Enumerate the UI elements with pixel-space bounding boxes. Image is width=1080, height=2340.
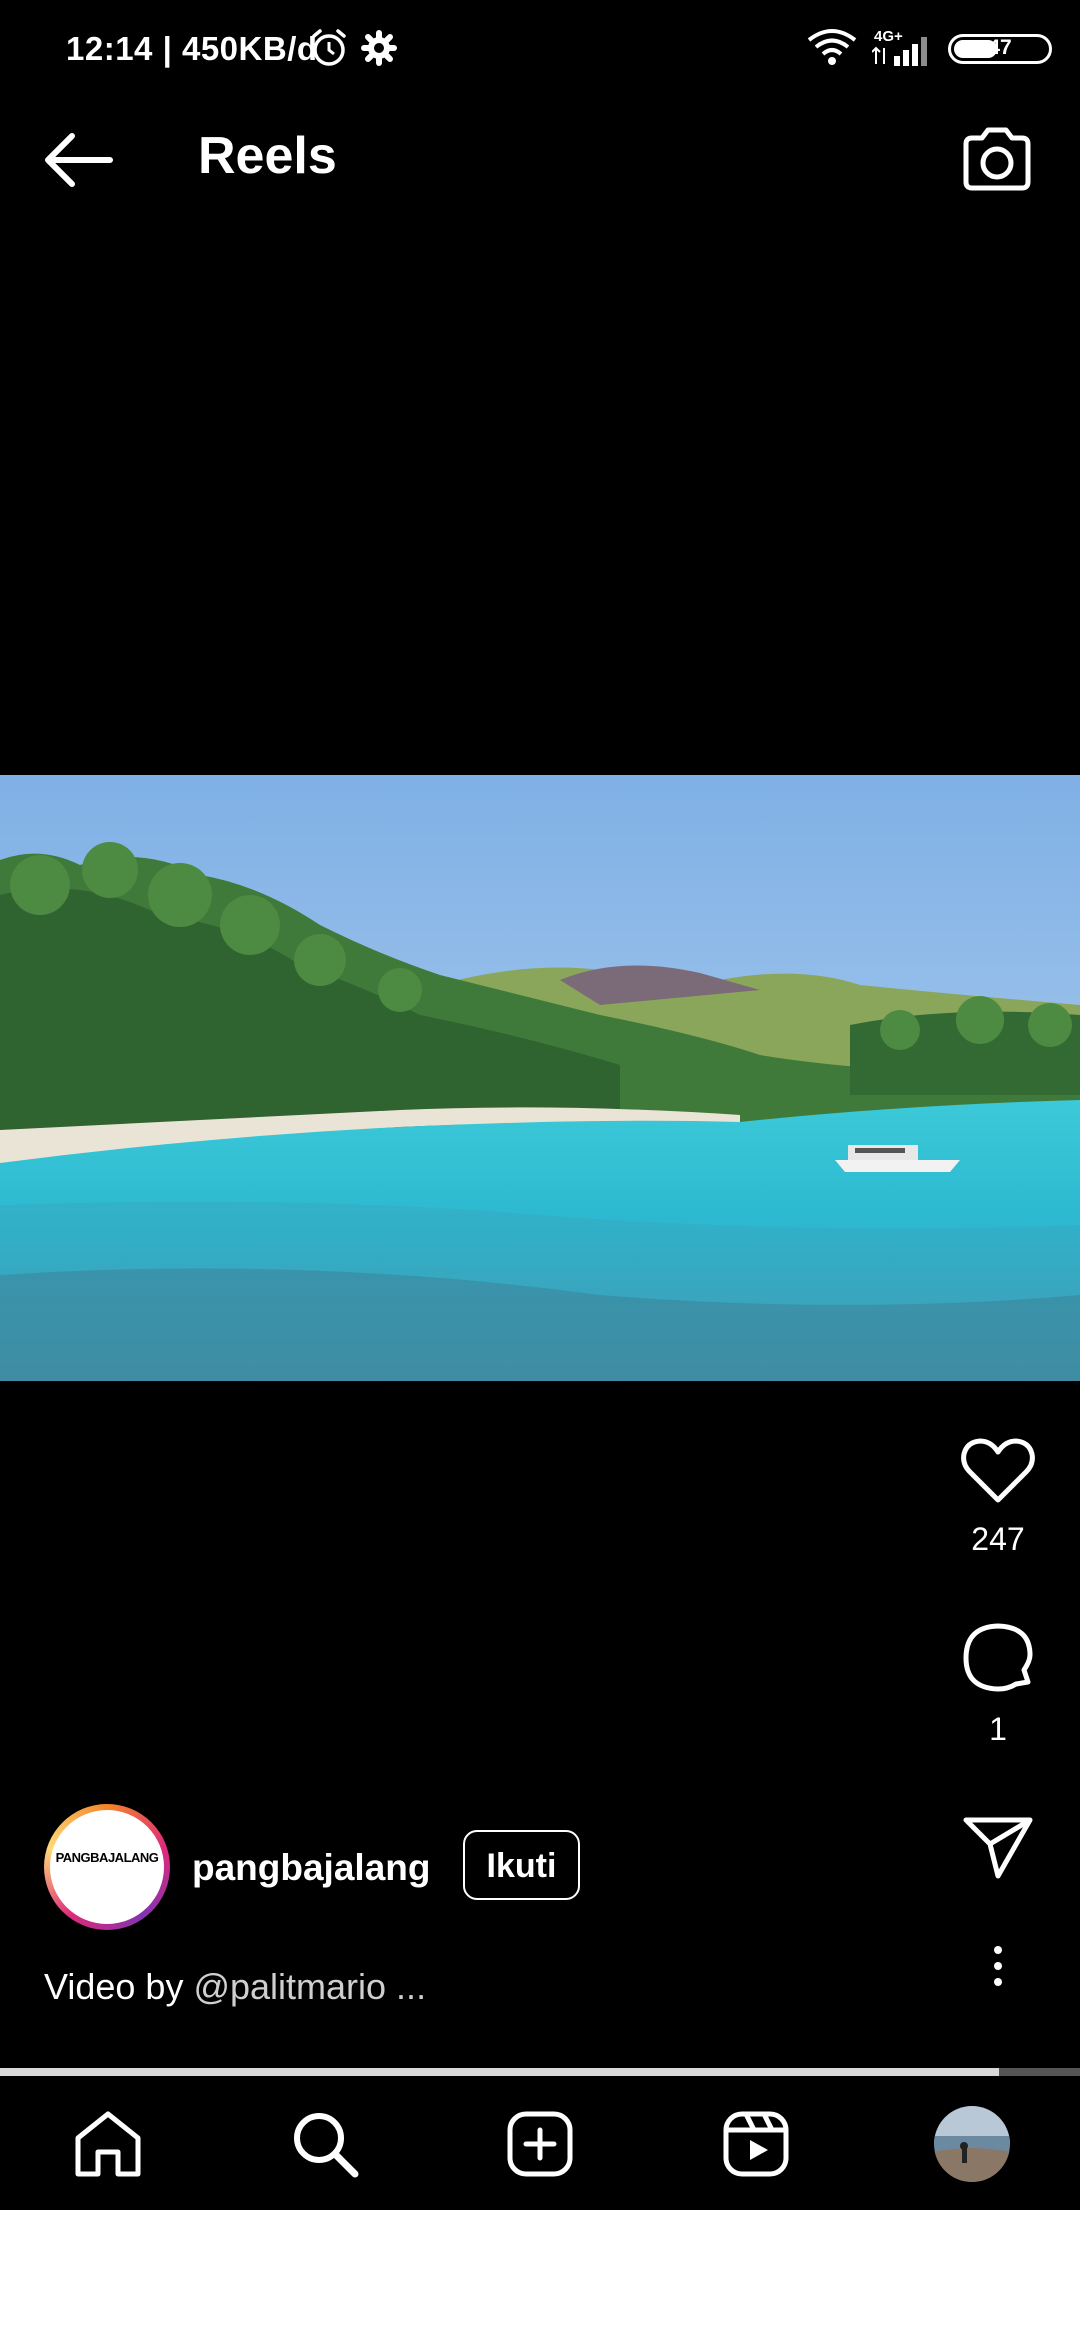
author-avatar[interactable]: PANGBAJALANG (44, 1804, 170, 1930)
post-caption[interactable]: Video by @palitmario ... (44, 1966, 426, 2008)
comment-icon[interactable] (960, 1620, 1036, 1696)
add-post-icon[interactable] (502, 2106, 578, 2182)
battery-level: 47 (988, 36, 1012, 59)
caption-text: Video by (44, 1966, 194, 2007)
reels-screen: 12:14 | 450KB/d 4G+ 47 Reels 247 1 PANGB… (0, 0, 1080, 2210)
send-icon[interactable] (960, 1812, 1036, 1882)
back-arrow-icon[interactable] (40, 125, 118, 195)
comment-count: 1 (989, 1711, 1007, 1747)
page-title: Reels (198, 127, 337, 185)
reels-icon[interactable] (718, 2106, 794, 2182)
signal-icon (872, 37, 927, 66)
bottom-nav (0, 2076, 1080, 2210)
wifi-icon (807, 29, 857, 65)
author-avatar-image: PANGBAJALANG (50, 1810, 164, 1924)
search-icon[interactable] (287, 2106, 363, 2182)
reel-video[interactable] (0, 775, 1080, 1381)
status-bar: 12:14 | 450KB/d 4G+ 47 (0, 0, 1080, 100)
share-action (946, 1812, 1050, 1887)
caption-mention[interactable]: @palitmario ... (193, 1966, 426, 2007)
profile-avatar[interactable] (934, 2106, 1010, 2182)
playback-progress-bar[interactable] (0, 2068, 1080, 2076)
heart-icon[interactable] (960, 1436, 1036, 1506)
avatar-logo-text: PANGBAJALANG (55, 1850, 159, 1865)
like-action: 247 (946, 1436, 1050, 1558)
home-icon[interactable] (70, 2106, 146, 2182)
playback-progress-fill (0, 2068, 999, 2076)
settings-icon (361, 30, 397, 66)
status-time: 12:14 | 450KB/d (66, 30, 318, 67)
comment-action: 1 (946, 1620, 1050, 1748)
like-count: 247 (971, 1521, 1025, 1557)
more-options-icon[interactable] (980, 1944, 1016, 1994)
follow-button[interactable]: Ikuti (463, 1830, 580, 1900)
alarm-icon (312, 29, 346, 66)
camera-icon[interactable] (958, 120, 1036, 198)
author-username[interactable]: pangbajalang (192, 1847, 430, 1889)
